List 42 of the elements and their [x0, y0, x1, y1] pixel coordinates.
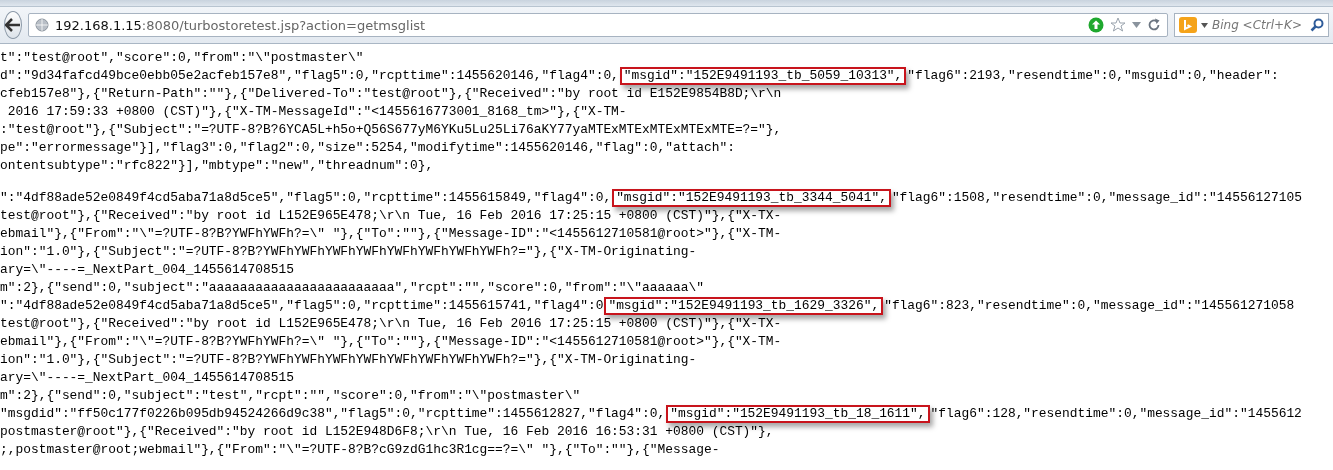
- json-text: ontentsubtype":"rfc822"}],"mbtype":"new","threadnum":0},: [0, 159, 434, 173]
- json-text: 2016 17:59:33 +0800 (CST)"},{"X-TM-MessageId":"<1455616773001_8168_tm>"},{"X-TM-: [6, 105, 627, 119]
- json-text: "flag6":128,"resendtime":0,"message_id":"1455612: [930, 407, 1302, 421]
- json-text: cfeb157e8"},{"Return-Path":""},{"Delivered-To":"test@root"},{"Received":"by root id E152E9854B8D;\r\n: [0, 87, 782, 101]
- json-text: t":"test@root","score":0,"from":"\"postmaster\": [0, 51, 364, 65]
- json-text: pe":"errormessage"}],"flag3":0,"flag2":0,"size":5254,"modifytime":1455620146,"flag":0,"attach":: [0, 141, 735, 155]
- back-button[interactable]: [4, 11, 22, 39]
- address-field[interactable]: 192.168.1.15:8080/turbostoretest.jsp?action=getmsglist: [28, 13, 1168, 37]
- star-icon[interactable]: [1110, 17, 1126, 33]
- json-text: ebmail"},{"From":"\"=?UTF-8?B?YWFhYWFh?=\" "},{"To":""},{"Message-ID":"<1455612710581@root>"},{"X-TM-: [0, 227, 782, 241]
- json-text: m":2},{"send":0,"subject":"aaaaaaaaaaaaaaaaaaaaaaaa","rcpt":"","score":0,"from":"\"aaaaaa\": [0, 281, 704, 295]
- json-text: :"test@root"},{"Subject":"=?UTF-8?B?6YCA5L+h5o+Q56S677yM6YKu5Lu25Li76aKY77yaMTExMTExMTExMTExMTE=?="},: [0, 123, 782, 137]
- bing-logo-icon: [1179, 17, 1197, 33]
- dropdown-icon[interactable]: [1132, 22, 1141, 28]
- json-text: "flag6":823,"resendtime":0,"message_id":"145561271058: [884, 299, 1295, 313]
- highlighted-text: "msgid":"152E9491193_tb_3344_5041",: [612, 189, 891, 207]
- json-text: test@root"},{"Received":"by root id L152E965E478;\r\n Tue, 16 Feb 2016 17:25:15 +0800 (CST)"},{"X-TX-: [0, 317, 782, 331]
- dropdown-icon[interactable]: [1201, 22, 1208, 28]
- json-text: ebmail"},{"From":"\"=?UTF-8?B?YWFhYWFh?=\" "},{"To":""},{"Message-ID":"<1455612710581@root>"},{"X-TM-: [0, 335, 782, 349]
- highlighted-text: "msgid":"152E9491193_tb_5059_10313",: [619, 67, 907, 85]
- json-text: ion":"1.0"},{"Subject":"=?UTF-8?B?YWFhYWFhYWFhYWFhYWFhYWFhYWFhYWFh?="},{"X-TM-Originating-: [0, 245, 697, 259]
- globe-icon: [35, 18, 49, 32]
- json-text: ":"4df88ade52e0849f4cd5aba71a8d5ce5","flag5":0,"rcpttime":1455615741,"flag4":0: [0, 299, 604, 313]
- json-text: postmaster@root"},{"Received":"by root id L152E948D6F8;\r\n Tue, 16 Feb 2016 16:53:31 +0800 (CST)"},: [0, 425, 774, 439]
- highlighted-text: "msgid":"152E9491193_tb_18_1611",: [666, 405, 930, 423]
- url-text: 192.168.1.15:8080/turbostoretest.jsp?action=getmsglist: [55, 17, 426, 33]
- highlighted-text: "msgid":"152E9491193_tb_1629_3326",: [604, 297, 884, 315]
- json-text: test@root"},{"Received":"by root id L152E965E478;\r\n Tue, 16 Feb 2016 17:25:15 +0800 (CST)"},{"X-TX-: [0, 209, 782, 223]
- json-text: d":"9d34fafcd49bce0ebb05e2acfeb157e8","flag5":0,"rcpttime":1455620146,"flag4":0,: [0, 69, 619, 83]
- json-text: ion":"1.0"},{"Subject":"=?UTF-8?B?YWFhYWFhYWFhYWFhYWFhYWFhYWFhYWFh?="},{"X-TM-Originating-: [0, 353, 697, 367]
- search-icon[interactable]: [1310, 18, 1324, 32]
- json-text: "flag6":1508,"resendtime":0,"message_id":"14556127105: [891, 191, 1302, 205]
- search-placeholder: Bing <Ctrl+K>: [1212, 18, 1302, 32]
- json-text: ;,postmaster@root;webmail"},{"From":"\"=?UTF-8?B?cG9zdG1hc3R1cg==?=\" "},{"To":""},{"Message-: [0, 443, 720, 457]
- reload-icon[interactable]: [1147, 18, 1161, 32]
- json-text: ":"4df88ade52e0849f4cd5aba71a8d5ce5","flag5":0,"rcpttime":1455615849,"flag4":0,: [0, 191, 612, 205]
- json-text: "flag6":2193,"resendtime":0,"msguid":0,"header":: [907, 69, 1279, 83]
- json-text: m":2},{"send":0,"subject":"test","rcpt":"","score":0,"from":"\"postmaster\": [0, 389, 581, 403]
- search-field[interactable]: Bing <Ctrl+K>: [1174, 13, 1329, 37]
- json-text: ary=\"----=_NextPart_004_1455614708515: [0, 371, 294, 385]
- json-text: "msgdid":"ff50c177f0226b095db94524266d9c38","flag5":0,"rcpttime":1455612827,"flag4":0,: [0, 407, 666, 421]
- json-text: ary=\"----=_NextPart_004_1455614708515: [0, 263, 294, 277]
